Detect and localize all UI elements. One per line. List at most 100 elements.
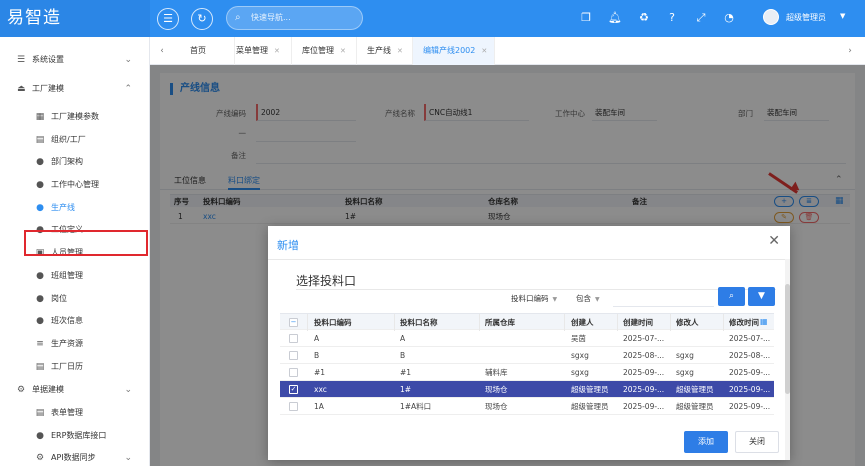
doc-icon: ▤ — [35, 135, 45, 145]
circle-icon: ● — [36, 203, 44, 213]
cell-warehouse: 现场仓 — [485, 402, 508, 411]
tab-line[interactable]: 生产线 ✕ — [357, 37, 413, 65]
sidebar-item-calendar[interactable]: ▤ 工厂日历 — [0, 356, 150, 378]
sidebar-item-resources[interactable]: ≡ 生产资源 — [0, 333, 150, 355]
tabs-bar: ‹ 首页 菜单管理 ✕ 库位管理 ✕ 生产线 ✕ 编辑产线2002 ✕ › — [150, 37, 865, 65]
row-checkbox[interactable] — [289, 368, 298, 377]
window-icon[interactable]: ❐ — [579, 11, 593, 25]
select-all-checkbox[interactable]: − — [289, 318, 298, 327]
sidebar-item-api-sync[interactable]: ⚙ API数据同步 ⌄ — [0, 447, 150, 466]
sidebar-item-org[interactable]: ▤ 组织/工厂 — [0, 129, 150, 151]
close-icon[interactable]: ✕ — [397, 47, 403, 55]
sidebar-item-forms[interactable]: ▤ 表单管理 — [0, 402, 150, 424]
sidebar-item-label: ERP数据库接口 — [51, 431, 107, 440]
chevron-up-icon: ⌃ — [124, 84, 132, 94]
tab-label: 库位管理 — [302, 46, 334, 55]
cell-created: 2025-08-... — [623, 351, 665, 360]
fullscreen-icon[interactable]: ⤢ — [694, 11, 708, 25]
circle-icon: ● — [36, 180, 44, 190]
header-cell: 投料口编码 — [314, 318, 352, 327]
avatar[interactable] — [763, 9, 779, 25]
sidebar-group-factory[interactable]: ⏏ 工厂建模 ⌃ — [0, 78, 150, 100]
dashboard-icon[interactable]: ◔ — [722, 11, 736, 25]
nav-search-input[interactable]: ⌕ 快速导航... — [226, 6, 363, 30]
sidebar-item-label: 组织/工厂 — [51, 135, 86, 144]
doc-icon: ▤ — [35, 408, 45, 418]
table-row-selected[interactable]: ✓ xxc 1# 现场仓 超级管理员 2025-09-... 超级管理员 202… — [280, 381, 774, 398]
help-icon[interactable]: ? — [665, 11, 679, 25]
table-row[interactable]: A A 吴茵 2025-07-... 2025-07-... — [280, 330, 774, 347]
dialog-scrollbar[interactable] — [785, 259, 790, 460]
cell-created: 2025-09-... — [623, 368, 665, 377]
refresh-button[interactable]: ↻ — [191, 8, 213, 30]
sidebar-item-label: 工厂日历 — [51, 362, 83, 371]
filter-icon: ▼ — [758, 291, 765, 301]
row-checkbox[interactable] — [289, 334, 298, 343]
cell-creator: 超级管理员 — [571, 402, 609, 411]
tab-label: 首页 — [190, 46, 206, 55]
sidebar-item-label: 部门架构 — [51, 157, 83, 166]
search-icon: ⌕ — [728, 291, 735, 301]
columns-icon[interactable]: ▦ — [760, 317, 768, 326]
close-icon[interactable]: ✕ — [768, 233, 780, 249]
recycle-icon[interactable]: ♻ — [637, 11, 651, 25]
scrollbar-thumb[interactable] — [785, 284, 790, 394]
sidebar-item-shift[interactable]: ● 班次信息 — [0, 310, 150, 332]
tabs-prev-icon[interactable]: ‹ — [152, 37, 172, 65]
close-button[interactable]: 关闭 — [735, 431, 779, 453]
cell-modifier: sgxg — [676, 351, 694, 360]
sidebar-group-system[interactable]: ☰ 系统设置 ⌄ — [0, 49, 150, 71]
sidebar-item-label: 班组管理 — [51, 271, 83, 280]
sidebar-item-erp[interactable]: ● ERP数据库接口 — [0, 425, 150, 447]
cell-modifier: sgxg — [676, 368, 694, 377]
sidebar-item-team[interactable]: ● 班组管理 — [0, 265, 150, 287]
circle-icon: ● — [36, 316, 44, 326]
bell-icon[interactable]: 🔔︎ — [608, 11, 622, 25]
sidebar-item-factory-params[interactable]: ▦ 工厂建模参数 — [0, 106, 150, 128]
tab-menu[interactable]: 菜单管理 ✕ — [226, 37, 292, 65]
divider — [307, 314, 308, 331]
chevron-down-icon[interactable]: ▼ — [840, 12, 845, 20]
cell-modifier: 超级管理员 — [676, 402, 714, 411]
sidebar-item-post[interactable]: ● 岗位 — [0, 288, 150, 310]
divider — [394, 314, 395, 331]
tab-location[interactable]: 库位管理 ✕ — [292, 37, 357, 65]
header-cell: 投料口名称 — [400, 318, 438, 327]
sidebar-item-dept[interactable]: ● 部门架构 — [0, 151, 150, 173]
close-icon[interactable]: ✕ — [340, 47, 346, 55]
divider — [670, 314, 671, 331]
menu-toggle-button[interactable]: ☰ — [157, 8, 179, 30]
row-checkbox[interactable] — [289, 351, 298, 360]
filter-button[interactable]: ▼ — [748, 287, 775, 306]
sidebar-group-label: 单据建模 — [32, 385, 64, 394]
header-cell: 创建人 — [571, 318, 594, 327]
table-row[interactable]: #1 #1 辅料库 sgxg 2025-09-... sgxg 2025-09-… — [280, 364, 774, 381]
chevron-down-icon: ⌄ — [124, 385, 132, 395]
sidebar-item-work-center[interactable]: ● 工作中心管理 — [0, 174, 150, 196]
user-name[interactable]: 超级管理员 — [786, 12, 826, 23]
table-row[interactable]: 1A 1#A料口 现场仓 超级管理员 2025-09-... 超级管理员 202… — [280, 398, 774, 415]
sidebar-group-docs[interactable]: ⚙ 单据建模 ⌄ — [0, 379, 150, 401]
close-icon[interactable]: ✕ — [274, 47, 280, 55]
sidebar-item-label: 生产线 — [51, 203, 75, 212]
add-button[interactable]: 添加 — [684, 431, 728, 453]
table-row[interactable]: B B sgxg 2025-08-... sgxg 2025-08-... — [280, 347, 774, 364]
sidebar-item-production-line[interactable]: ● 生产线 — [0, 197, 150, 219]
table-header: − 投料口编码 投料口名称 所属仓库 创建人 创建时间 修改人 修改时间 ▦ — [280, 313, 774, 331]
sidebar-group-label: 工厂建模 — [32, 84, 64, 93]
tabs-next-icon[interactable]: › — [840, 37, 860, 65]
filter-op-select[interactable]: 包含 ▼ — [576, 291, 600, 307]
app-logo: 易智造 — [0, 0, 150, 37]
tab-edit-line[interactable]: 编辑产线2002 ✕ — [413, 37, 495, 65]
filter-value-input[interactable] — [613, 288, 714, 307]
sidebar-item-label: 工厂建模参数 — [51, 112, 99, 121]
row-checkbox-checked[interactable]: ✓ — [289, 385, 298, 394]
cell-modified: 2025-09-... — [729, 368, 771, 377]
tab-label: 菜单管理 — [236, 46, 268, 55]
filter-field-select[interactable]: 投料口编码 ▼ — [511, 291, 557, 307]
filter-field-value: 投料口编码 — [511, 294, 549, 303]
search-button[interactable]: ⌕ — [718, 287, 745, 306]
close-icon[interactable]: ✕ — [481, 47, 487, 55]
sidebar: ☰ 系统设置 ⌄ ⏏ 工厂建模 ⌃ ▦ 工厂建模参数 ▤ 组织/工厂 ● 部门架构 ●… — [0, 37, 150, 466]
row-checkbox[interactable] — [289, 402, 298, 411]
